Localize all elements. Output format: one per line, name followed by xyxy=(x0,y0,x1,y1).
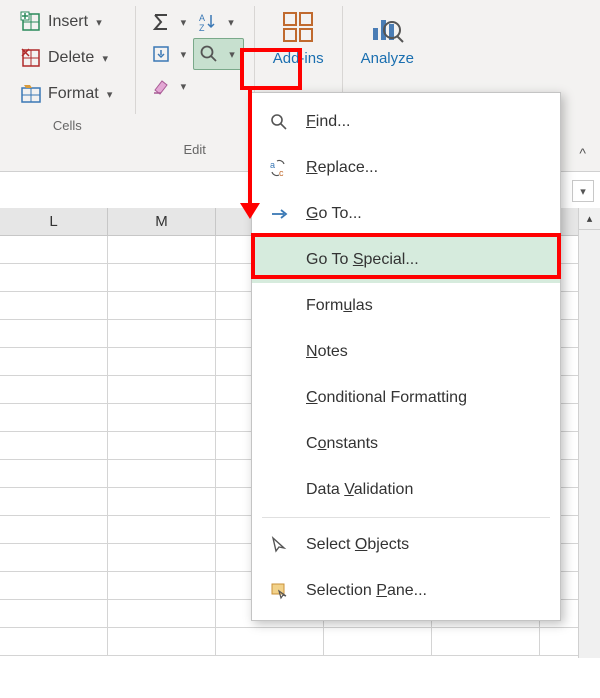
insert-cells-icon xyxy=(20,11,42,33)
analyze-icon xyxy=(368,8,406,46)
chevron-down-icon: ▾ xyxy=(178,16,190,29)
blank-icon xyxy=(268,295,290,317)
svg-text:c: c xyxy=(279,168,284,178)
group-cells: Insert ▾ Delete ▾ Format ▾ Cells xyxy=(10,6,125,133)
selection-pane-icon xyxy=(268,580,290,602)
addins-label: Add-ins xyxy=(273,50,324,67)
insert-button[interactable]: Insert ▾ xyxy=(16,6,119,38)
menu-item-find[interactable]: Find... xyxy=(252,99,560,145)
search-icon xyxy=(268,111,290,133)
svg-text:Z: Z xyxy=(199,23,205,33)
menu-label: Find... xyxy=(306,113,350,131)
group-separator xyxy=(135,6,136,114)
chevron-down-icon: ▾ xyxy=(178,80,190,93)
group-editing: ▾ ▾ ▾ AZ xyxy=(146,6,244,157)
menu-item-selection-pane[interactable]: Selection Pane... xyxy=(252,568,560,614)
formula-bar-expand-button[interactable]: ▾ xyxy=(572,180,594,202)
menu-item-data-validation[interactable]: Data Validation xyxy=(252,467,560,513)
fill-button[interactable]: ▾ xyxy=(146,38,192,70)
analyze-label: Analyze xyxy=(361,50,414,67)
replace-icon: ac xyxy=(268,157,290,179)
autosum-button[interactable]: ▾ xyxy=(146,6,192,38)
menu-item-goto[interactable]: Go To... xyxy=(252,191,560,237)
analyze-button[interactable]: Analyze xyxy=(353,6,422,69)
sort-filter-icon: AZ xyxy=(195,9,221,35)
format-cells-icon xyxy=(20,83,42,105)
collapse-ribbon-icon[interactable]: ^ xyxy=(579,145,586,161)
blank-icon xyxy=(268,341,290,363)
blank-icon xyxy=(268,479,290,501)
svg-text:A: A xyxy=(199,13,205,23)
cursor-icon xyxy=(268,534,290,556)
chevron-down-icon: ▾ xyxy=(94,16,104,29)
chevron-down-icon: ▾ xyxy=(580,185,586,198)
menu-label: Go To Special... xyxy=(306,251,419,269)
scroll-up-icon[interactable]: ▴ xyxy=(579,208,600,230)
menu-label: Conditional Formatting xyxy=(306,389,467,407)
chevron-down-icon: ▾ xyxy=(225,16,237,29)
addins-button[interactable]: Add-ins xyxy=(265,6,332,69)
group-editing-label: Edit xyxy=(184,142,206,157)
blank-icon xyxy=(268,433,290,455)
goto-icon xyxy=(268,203,290,225)
svg-text:a: a xyxy=(270,160,275,170)
menu-item-replace[interactable]: ac Replace... xyxy=(252,145,560,191)
menu-label: Constants xyxy=(306,435,378,453)
menu-separator xyxy=(262,517,550,518)
column-header[interactable]: M xyxy=(108,208,216,235)
clear-icon xyxy=(148,73,174,99)
find-select-button[interactable]: ▾ xyxy=(193,38,244,70)
chevron-down-icon: ▾ xyxy=(226,48,241,61)
menu-label: Formulas xyxy=(306,297,373,315)
menu-label: Replace... xyxy=(306,159,378,177)
chevron-down-icon: ▾ xyxy=(105,88,115,101)
group-cells-label: Cells xyxy=(53,118,82,133)
fill-down-icon xyxy=(148,41,174,67)
menu-item-formulas[interactable]: Formulas xyxy=(252,283,560,329)
menu-item-notes[interactable]: Notes xyxy=(252,329,560,375)
menu-label: Notes xyxy=(306,343,348,361)
delete-label: Delete xyxy=(48,49,94,67)
format-label: Format xyxy=(48,85,99,103)
vertical-scrollbar[interactable]: ▴ xyxy=(578,208,600,658)
clear-button[interactable]: ▾ xyxy=(146,70,192,102)
blank-icon xyxy=(268,249,290,271)
format-button[interactable]: Format ▾ xyxy=(16,78,119,110)
menu-label: Go To... xyxy=(306,205,362,223)
menu-label: Selection Pane... xyxy=(306,582,427,600)
menu-item-constants[interactable]: Constants xyxy=(252,421,560,467)
menu-item-goto-special[interactable]: Go To Special... xyxy=(252,237,560,283)
sort-filter-button[interactable]: AZ ▾ xyxy=(193,6,244,38)
menu-item-select-objects[interactable]: Select Objects xyxy=(252,522,560,568)
delete-button[interactable]: Delete ▾ xyxy=(16,42,119,74)
menu-label: Data Validation xyxy=(306,481,413,499)
find-select-icon xyxy=(196,41,222,67)
menu-item-conditional-formatting[interactable]: Conditional Formatting xyxy=(252,375,560,421)
addins-icon xyxy=(279,8,317,46)
blank-icon xyxy=(268,387,290,409)
find-select-menu: Find... ac Replace... Go To... Go To Spe… xyxy=(251,92,561,621)
delete-cells-icon xyxy=(20,47,42,69)
autosum-icon xyxy=(148,9,174,35)
column-header[interactable]: L xyxy=(0,208,108,235)
chevron-down-icon: ▾ xyxy=(178,48,190,61)
insert-label: Insert xyxy=(48,13,88,31)
chevron-down-icon: ▾ xyxy=(100,52,110,65)
menu-label: Select Objects xyxy=(306,536,409,554)
